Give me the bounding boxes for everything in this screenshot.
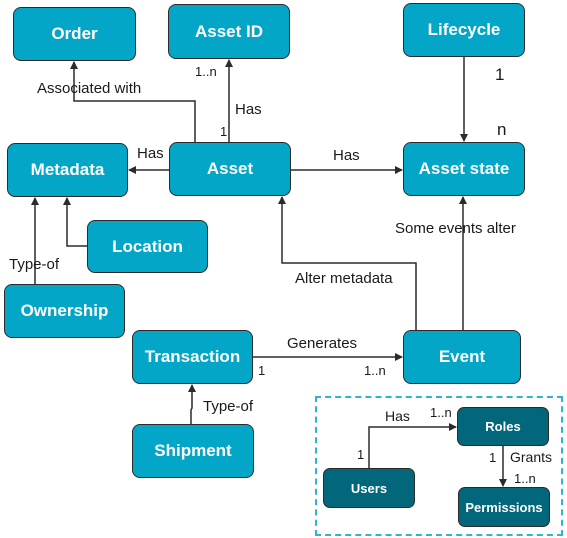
node-ownership[interactable]: Ownership [4, 284, 125, 338]
label-type-of-shipment: Type-of [203, 398, 254, 415]
node-order[interactable]: Order [13, 7, 136, 61]
node-asset[interactable]: Asset [169, 142, 291, 196]
node-metadata[interactable]: Metadata [7, 143, 128, 197]
mult-lifecycle-target: n [497, 120, 507, 139]
label-associated-with: Associated with [37, 80, 142, 97]
node-asset-state[interactable]: Asset state [403, 142, 525, 196]
node-event[interactable]: Event [403, 330, 521, 384]
label-generates: Generates [287, 335, 358, 352]
edge-shipment-transaction [188, 384, 196, 424]
label-type-of-ownership: Type-of [9, 256, 60, 273]
node-asset-id[interactable]: Asset ID [168, 4, 290, 59]
node-transaction[interactable]: Transaction [132, 330, 253, 384]
label-users-has-roles: Has [385, 408, 410, 424]
node-permissions[interactable]: Permissions [458, 487, 550, 527]
mult-roles-source: 1 [489, 450, 497, 465]
label-grants: Grants [510, 449, 553, 465]
mult-lifecycle-source: 1 [495, 65, 505, 84]
mult-assetid-target: 1..n [195, 64, 217, 79]
label-asset-has-assetstate: Has [333, 147, 360, 164]
node-users[interactable]: Users [323, 468, 415, 508]
edge-location-metadata [63, 197, 87, 247]
mult-event-target: 1..n [364, 363, 386, 378]
mult-transaction-source: 1 [258, 363, 266, 378]
node-roles[interactable]: Roles [457, 407, 549, 446]
label-alter-metadata: Alter metadata [295, 270, 393, 287]
mult-users-source: 1 [357, 447, 365, 462]
mult-roles-target: 1..n [430, 405, 452, 420]
node-lifecycle[interactable]: Lifecycle [403, 3, 525, 57]
mult-permissions-target: 1..n [514, 471, 536, 486]
node-location[interactable]: Location [87, 220, 208, 273]
edge-asset-order [70, 61, 196, 142]
node-shipment[interactable]: Shipment [132, 424, 254, 478]
label-asset-has-metadata: Has [137, 145, 164, 162]
mult-assetid-source: 1 [220, 124, 228, 139]
label-asset-has-assetid: Has [235, 101, 262, 118]
label-some-events-alter: Some events alter [395, 220, 516, 237]
edge-event-asset [278, 196, 417, 330]
